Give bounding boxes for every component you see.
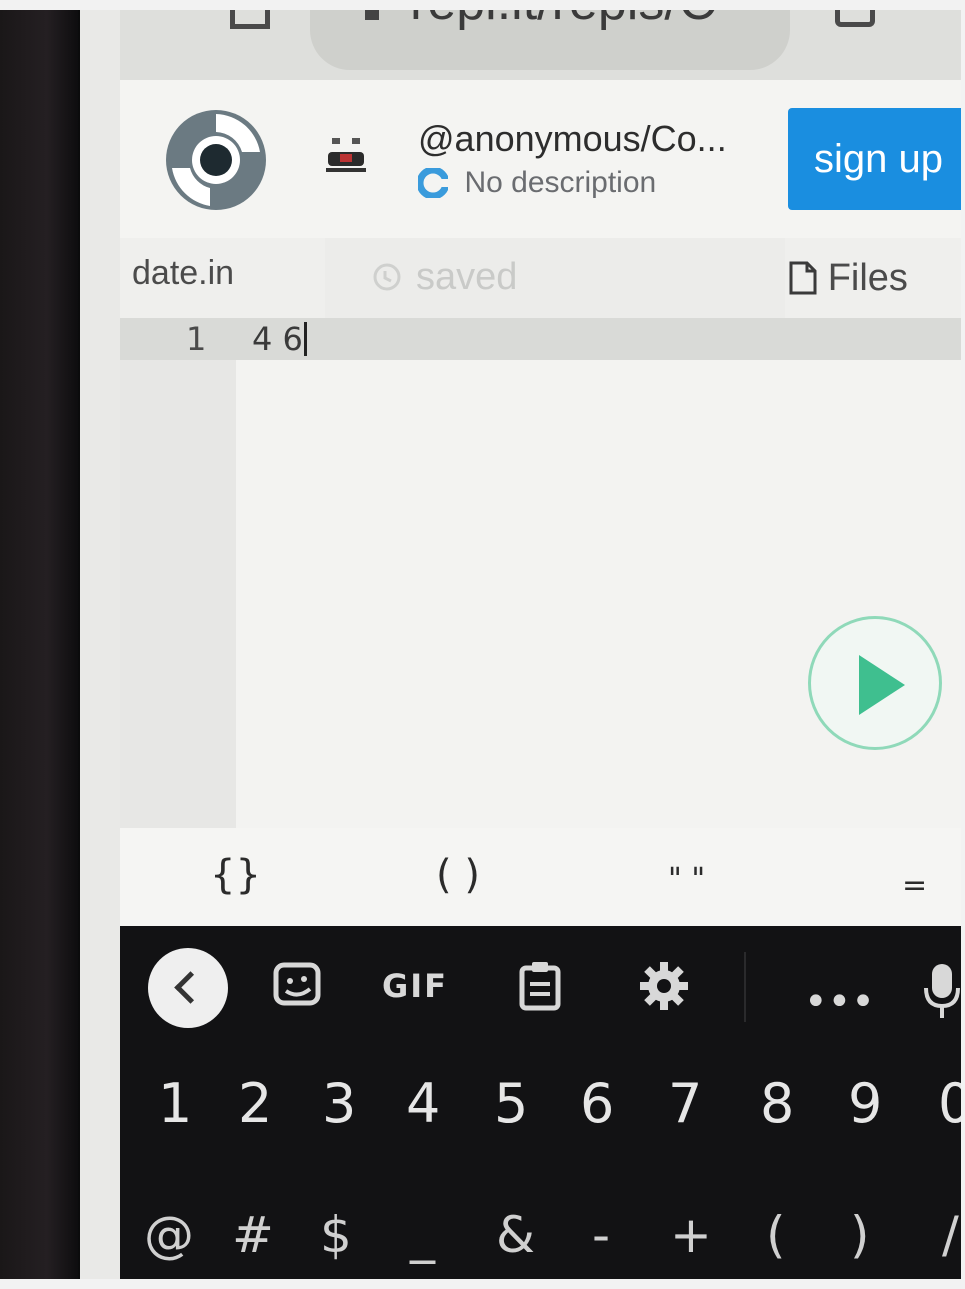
play-icon [859, 655, 905, 715]
microphone-button[interactable] [922, 960, 961, 1018]
run-button[interactable] [808, 616, 942, 750]
sticker-button[interactable] [270, 960, 326, 1012]
c-language-icon [418, 168, 448, 198]
quotes-key[interactable]: " " [668, 862, 705, 897]
photo-border [0, 1279, 965, 1289]
symbol-bar: {} ( ) " " = [120, 828, 961, 926]
history-icon [373, 263, 401, 291]
key-3[interactable]: 3 [322, 1072, 356, 1135]
url-text[interactable]: repl.it/repls/C [410, 10, 716, 32]
repl-header: @anonymous/Co... No description sign up [120, 80, 961, 238]
key-9[interactable]: 9 [848, 1072, 882, 1135]
code-line[interactable]: 4 6 [252, 320, 307, 358]
files-label: Files [827, 256, 908, 299]
clipboard-icon [519, 962, 561, 1011]
key-underscore[interactable]: _ [410, 1206, 435, 1264]
key-6[interactable]: 6 [580, 1072, 614, 1135]
toolbar-divider [744, 952, 746, 1022]
gear-icon [640, 962, 688, 1010]
sticker-icon [273, 962, 321, 1005]
key-1[interactable]: 1 [158, 1072, 192, 1135]
settings-button[interactable] [638, 960, 690, 1012]
home-icon[interactable] [230, 10, 270, 29]
key-7[interactable]: 7 [668, 1072, 702, 1135]
keyboard-back-button[interactable] [148, 948, 228, 1028]
key-5[interactable]: 5 [494, 1072, 528, 1135]
key-close-paren[interactable]: ) [850, 1206, 870, 1264]
file-tab-label: date.in [132, 254, 235, 292]
gif-button[interactable]: GIF [382, 960, 448, 1012]
microphone-icon [924, 964, 960, 1018]
bot-avatar-icon [326, 138, 366, 172]
browser-toolbar: repl.it/repls/C [120, 10, 961, 80]
chevron-left-icon [174, 971, 207, 1004]
repl-title[interactable]: @anonymous/Co... [418, 118, 727, 160]
text-cursor [303, 322, 307, 356]
parens-key[interactable]: ( ) [436, 852, 480, 898]
photo-border [961, 0, 965, 1289]
key-at[interactable]: @ [144, 1206, 194, 1264]
phone-bezel [0, 0, 78, 1289]
line-number: 1 [186, 320, 207, 358]
signup-button[interactable]: sign up [788, 108, 961, 210]
line-gutter [120, 318, 236, 828]
lock-icon [365, 10, 379, 20]
gif-label: GIF [382, 967, 449, 1005]
key-open-paren[interactable]: ( [766, 1206, 786, 1264]
key-4[interactable]: 4 [406, 1072, 440, 1135]
key-dollar[interactable]: $ [320, 1206, 352, 1264]
equals-key[interactable]: = [902, 868, 927, 903]
code-text[interactable]: 4 6 [252, 320, 303, 358]
more-button[interactable]: ••• [804, 976, 875, 1028]
on-screen-keyboard: GIF ••• 1 2 3 4 5 6 7 8 9 0 @ # $ _ & - … [120, 926, 961, 1279]
braces-key[interactable]: {} [210, 852, 261, 898]
key-plus[interactable]: + [670, 1206, 712, 1264]
photo-border [0, 0, 965, 10]
key-2[interactable]: 2 [238, 1072, 272, 1135]
key-0[interactable]: 0 [938, 1072, 961, 1135]
file-tab[interactable]: date.in [120, 238, 320, 318]
file-icon [789, 261, 817, 295]
phone-screen: repl.it/repls/C @anonymous/Co... No desc… [80, 10, 961, 1279]
replit-logo-icon[interactable] [164, 108, 268, 212]
key-hash[interactable]: # [232, 1206, 274, 1264]
repl-description: No description [464, 166, 657, 199]
key-minus[interactable]: - [592, 1206, 610, 1264]
file-tab-bar: date.in saved Files [120, 238, 961, 318]
saved-status: saved [416, 256, 518, 298]
files-button[interactable]: Files [788, 248, 908, 308]
key-ampersand[interactable]: & [496, 1206, 535, 1264]
code-editor[interactable]: 1 4 6 [120, 318, 961, 828]
more-label: ••• [804, 978, 875, 1025]
description-row: No description [418, 166, 656, 206]
clipboard-button[interactable] [516, 960, 564, 1012]
key-slash[interactable]: / [942, 1206, 959, 1264]
active-line-highlight [120, 318, 961, 360]
key-8[interactable]: 8 [760, 1072, 794, 1135]
tabs-icon[interactable] [835, 10, 875, 27]
